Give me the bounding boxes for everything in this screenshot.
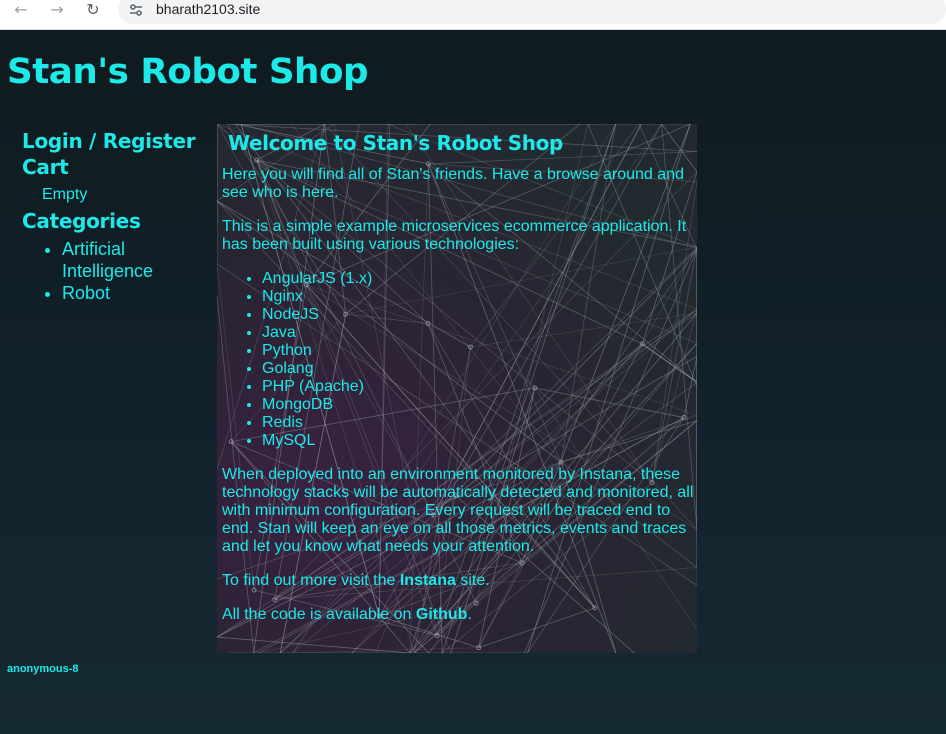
category-item-robot[interactable]: Robot: [62, 282, 212, 304]
category-list: Artificial Intelligence Robot: [22, 238, 212, 304]
sidebar: Login / Register Cart Empty Categories A…: [22, 128, 212, 304]
arrow-left-icon[interactable]: ←: [10, 0, 32, 19]
github-paragraph: All the code is available on Github.: [222, 606, 694, 624]
github-prefix: All the code is available on: [222, 606, 416, 623]
technology-item: AngularJS (1.x): [262, 270, 694, 288]
site-title: Stan's Robot Shop: [7, 52, 369, 92]
welcome-title: Welcome to Stan's Robot Shop: [228, 131, 563, 155]
cart-heading[interactable]: Cart: [22, 154, 212, 180]
address-bar[interactable]: bharath2103.site: [118, 0, 946, 24]
user-id-label: anonymous-8: [7, 663, 79, 675]
categories-heading: Categories: [22, 209, 141, 233]
instana-suffix: site.: [455, 572, 490, 589]
tune-icon[interactable]: [126, 0, 146, 20]
instana-link[interactable]: Instana: [400, 572, 456, 589]
browser-toolbar: ← → ↻ bharath2103.site: [0, 0, 946, 30]
category-label[interactable]: Robot: [62, 283, 110, 303]
github-suffix: .: [467, 606, 472, 623]
cart-status: Empty: [42, 186, 88, 203]
welcome-content: Welcome to Stan's Robot Shop Here you wi…: [222, 132, 694, 640]
technology-item: MongoDB: [262, 396, 694, 414]
github-link[interactable]: Github: [416, 606, 468, 623]
reload-icon[interactable]: ↻: [82, 0, 104, 19]
category-item-artificial-intelligence[interactable]: Artificial Intelligence: [62, 238, 212, 282]
technology-item: Python: [262, 342, 694, 360]
technology-item: MySQL: [262, 432, 694, 450]
category-label[interactable]: Artificial Intelligence: [62, 239, 153, 281]
technology-item: Java: [262, 324, 694, 342]
login-register-link[interactable]: Login / Register: [22, 128, 212, 154]
technology-item: PHP (Apache): [262, 378, 694, 396]
url-text[interactable]: bharath2103.site: [156, 1, 260, 17]
instana-paragraph: To find out more visit the Instana site.: [222, 572, 694, 590]
intro-text: Here you will find all of Stan's friends…: [222, 166, 684, 201]
instana-prefix: To find out more visit the: [222, 572, 400, 589]
technology-item: Redis: [262, 414, 694, 432]
description-text: This is a simple example microservices e…: [222, 218, 687, 253]
technology-list: AngularJS (1.x) Nginx NodeJS Java Python…: [222, 270, 694, 450]
welcome-panel: Welcome to Stan's Robot Shop Here you wi…: [217, 124, 697, 653]
monitoring-text: When deployed into an environment monito…: [222, 466, 694, 555]
arrow-right-icon[interactable]: →: [46, 0, 68, 19]
technology-item: Nginx: [262, 288, 694, 306]
technology-item: NodeJS: [262, 306, 694, 324]
technology-item: Golang: [262, 360, 694, 378]
